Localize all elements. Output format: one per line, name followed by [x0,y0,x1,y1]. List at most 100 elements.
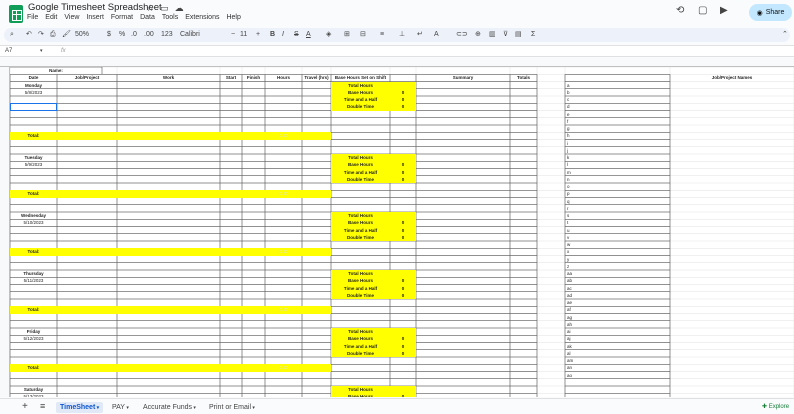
summary-label[interactable]: Double Time [331,233,390,241]
summary-value[interactable] [390,154,416,162]
summary-label[interactable]: Base Hours [331,161,390,169]
menu-item[interactable]: Insert [86,14,104,21]
job-name[interactable]: y [567,256,672,263]
row-number[interactable] [0,82,10,89]
summary-label[interactable]: Base Hours [331,88,390,96]
total-hours-value[interactable]: 0.00 [265,364,302,371]
row-number[interactable] [0,147,10,154]
insert-link-icon[interactable]: ⊂⊃ [456,30,468,40]
day-name[interactable]: Friday [10,328,57,335]
column-header-label[interactable]: Date [10,74,57,81]
row-number[interactable] [0,190,10,197]
job-name[interactable]: o [567,183,672,190]
row-number[interactable] [0,183,10,190]
summary-label[interactable]: Time and a Half [331,96,390,104]
sheet-tab[interactable]: TimeSheet ▾ [56,402,104,413]
summary-label[interactable]: Double Time [331,349,390,357]
job-name[interactable]: ah [567,321,672,328]
row-number[interactable] [0,219,10,226]
all-sheets-icon[interactable]: ≡ [40,401,45,411]
job-name[interactable]: ag [567,314,672,321]
row-number[interactable] [0,335,10,342]
job-name[interactable]: x [567,248,672,255]
row-number[interactable] [0,314,10,321]
job-name[interactable]: s [567,212,672,219]
bold-button[interactable]: B [270,30,275,40]
row-number[interactable] [0,299,10,306]
row-number[interactable] [0,364,10,371]
job-name[interactable]: i [567,140,672,147]
row-number[interactable] [0,103,10,110]
day-date[interactable]: 5/9/2023 [10,161,57,168]
day-name[interactable]: Monday [10,82,57,89]
print-icon[interactable]: ⎙ [50,30,56,40]
row-number[interactable] [0,125,10,132]
job-name[interactable]: n [567,176,672,183]
summary-value[interactable]: 0 [390,219,416,227]
job-name[interactable]: ai [567,328,672,335]
job-name[interactable]: ae [567,299,672,306]
column-header-label[interactable]: Hours [265,74,302,81]
summary-label[interactable]: Total Hours [331,386,390,394]
menu-item[interactable]: Extensions [185,14,219,21]
day-date[interactable]: 5/12/2023 [10,335,57,342]
total-hours-value[interactable]: 0.00 [265,190,302,197]
summary-label[interactable]: Total Hours [331,270,390,278]
job-name[interactable]: m [567,169,672,176]
column-header-label[interactable]: Base Hours Set on Shift [331,74,390,81]
row-number[interactable] [0,89,10,96]
star-icon[interactable]: ☆ [146,3,154,14]
row-number[interactable] [0,169,10,176]
percent-button[interactable]: % [119,30,125,40]
column-header-label[interactable]: Finish [242,74,265,81]
text-wrap-icon[interactable]: ↵ [417,30,423,40]
column-header-label[interactable]: Work [117,74,220,81]
summary-label[interactable]: Base Hours [331,335,390,343]
row-number[interactable] [0,372,10,379]
summary-label[interactable]: Total Hours [331,212,390,220]
row-number[interactable] [0,263,10,270]
job-name[interactable]: h [567,132,672,139]
job-name[interactable]: ao [567,372,672,379]
summary-label[interactable]: Time and a Half [331,284,390,292]
column-header-label[interactable]: Job/Project [57,74,117,81]
summary-value[interactable]: 0 [390,335,416,343]
job-name[interactable]: an [567,364,672,371]
italic-button[interactable]: I [282,30,284,40]
day-name[interactable]: Tuesday [10,154,57,161]
job-name[interactable]: aj [567,335,672,342]
functions-icon[interactable]: Σ [531,30,535,40]
column-header-label[interactable]: Job/Project Names [670,74,794,81]
font-size-decrease[interactable]: − [231,30,235,40]
summary-value[interactable]: 0 [390,226,416,234]
name-label[interactable]: Name: [10,67,102,74]
summary-label[interactable]: Double Time [331,103,390,111]
job-name[interactable]: d [567,103,672,110]
summary-value[interactable] [390,386,416,394]
summary-value[interactable]: 0 [390,168,416,176]
day-name[interactable]: Thursday [10,270,57,277]
menu-item[interactable]: File [27,14,38,21]
text-color-button[interactable]: A [306,30,311,40]
row-headers[interactable] [0,67,10,397]
job-name[interactable]: am [567,357,672,364]
sheet-tab[interactable]: Accurate Funds ▾ [139,402,200,413]
borders-icon[interactable]: ⊞ [344,30,350,40]
paint-format-icon[interactable]: 🖌 [62,30,71,40]
summary-value[interactable] [390,270,416,278]
decrease-decimal-button[interactable]: .0 [131,30,137,40]
total-label[interactable]: Total: [10,132,57,139]
summary-value[interactable] [390,328,416,336]
summary-label[interactable]: Double Time [331,291,390,299]
day-name[interactable]: Wednesday [10,212,57,219]
row-number[interactable] [0,248,10,255]
filter-icon[interactable]: ⊽ [503,30,508,40]
summary-value[interactable]: 0 [390,393,416,397]
text-rotation-icon[interactable]: A [434,30,439,40]
summary-label[interactable]: Total Hours [331,154,390,162]
comments-icon[interactable]: ▢ [698,5,707,16]
job-name[interactable]: r [567,205,672,212]
row-number[interactable] [0,198,10,205]
row-number[interactable] [0,205,10,212]
vertical-align-icon[interactable]: ⊥ [399,30,405,40]
